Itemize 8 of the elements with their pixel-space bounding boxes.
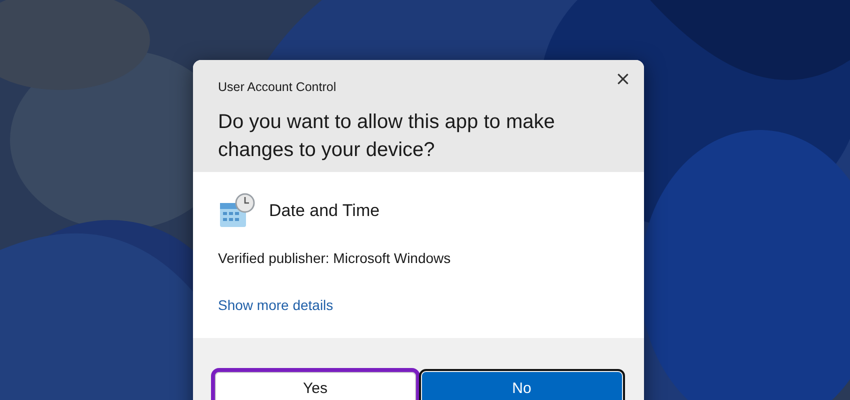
window-title: User Account Control xyxy=(218,80,336,94)
close-button[interactable]: × xyxy=(610,66,636,92)
show-details-link[interactable]: Show more details xyxy=(218,297,334,313)
question-text: Do you want to allow this app to make changes to your device? xyxy=(218,110,556,163)
calendar-clock-icon xyxy=(218,192,256,230)
app-name: Date and Time xyxy=(269,201,380,221)
publisher-text: Verified publisher: Microsoft Windows xyxy=(218,250,451,266)
no-button[interactable]: No xyxy=(422,372,622,400)
